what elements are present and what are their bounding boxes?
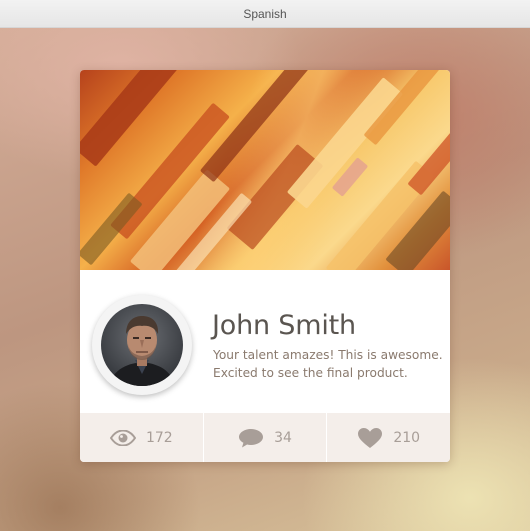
profile-card: John Smith Your talent amazes! This is a… <box>80 70 450 462</box>
cover-image <box>80 70 450 270</box>
heart-icon <box>358 427 383 448</box>
comments-stat[interactable]: 34 <box>202 413 327 462</box>
views-count: 172 <box>145 429 173 446</box>
stats-bar: 172 34 210 <box>80 413 450 462</box>
profile-message: Your talent amazes! This is awesome. Exc… <box>213 348 443 380</box>
avatar-photo <box>101 304 183 386</box>
avatar[interactable] <box>92 295 192 395</box>
person-portrait-icon <box>109 316 175 386</box>
comments-count: 34 <box>274 429 292 446</box>
window-title-bar: Spanish <box>0 0 530 28</box>
views-stat[interactable]: 172 <box>80 413 203 462</box>
profile-section: John Smith Your talent amazes! This is a… <box>80 270 450 413</box>
profile-name: John Smith <box>212 310 356 341</box>
likes-count: 210 <box>393 429 421 446</box>
eye-icon <box>109 429 136 446</box>
likes-stat[interactable]: 210 <box>326 413 450 462</box>
window-title: Spanish <box>243 6 287 21</box>
speech-bubble-icon <box>239 428 264 447</box>
